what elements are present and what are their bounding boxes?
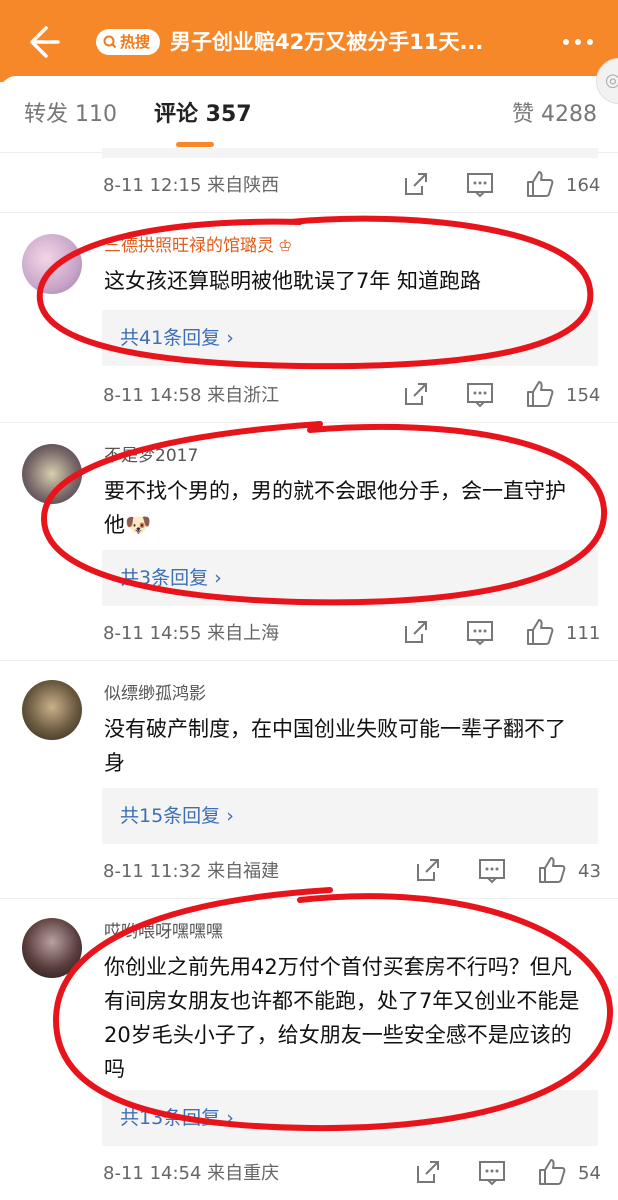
red-circle-annotation: [52, 887, 614, 1132]
red-circle-annotations: [36, 215, 614, 1132]
red-circle-annotation: [36, 215, 594, 370]
red-circle-annotation: [40, 421, 608, 606]
